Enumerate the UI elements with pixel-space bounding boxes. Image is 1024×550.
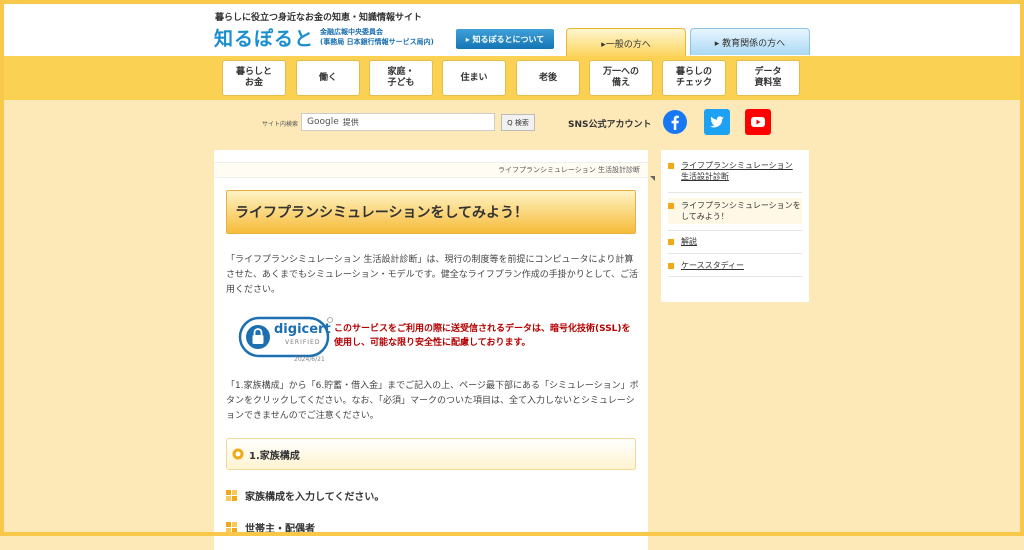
householder-heading-text: 世帯主・配偶者 — [245, 524, 315, 535]
section-family-header: 1.家族構成 — [226, 438, 636, 470]
sidebar-item-label: ライフプランシミュレーションをしてみよう！ — [681, 201, 801, 221]
twitter-icon[interactable] — [704, 109, 730, 135]
org-line-2: (事務局 日本銀行情報サービス局内) — [320, 38, 434, 46]
sidebar-bullet-icon — [668, 203, 674, 209]
org-line-1: 金融広報中央委員会 — [320, 28, 383, 36]
householder-heading: 世帯主・配偶者 — [226, 520, 315, 535]
sns-label: SNS公式アカウント — [568, 120, 652, 130]
global-nav: 暮らしと お金 働く 家庭・ 子ども 住まい 老後 万一への 備え 暮らしの チ… — [0, 56, 1024, 100]
sidebar-item-case-study[interactable]: ケーススタディー — [668, 260, 802, 271]
family-input-heading-text: 家族構成を入力してください。 — [245, 492, 385, 503]
section-bullet-icon — [232, 448, 244, 460]
digicert-verified: VERIFIED — [285, 339, 321, 346]
divider — [668, 230, 802, 231]
nav-item-housing[interactable]: 住まい — [442, 60, 506, 96]
ssl-notice: このサービスをご利用の際に送受信されるデータは、暗号化技術(SSL)を使用し、可… — [334, 324, 631, 348]
site-tagline: 暮らしに役立つ身近なお金の知恵・知識情報サイト — [215, 13, 423, 23]
intro-text: 「ライフプランシミュレーション 生活設計診断」は、現行の制度等を前提にコンピュー… — [226, 255, 639, 295]
grid-bullet-icon — [226, 522, 237, 533]
breadcrumb[interactable]: ライフプランシミュレーション 生活設計診断 — [214, 162, 648, 178]
divider — [668, 192, 802, 193]
nav-item-family[interactable]: 家庭・ 子ども — [369, 60, 433, 96]
tab-education[interactable]: ▸ 教育関係の方へ — [690, 28, 810, 55]
search-label: サイト内検索 — [262, 121, 299, 128]
page-title: ライフプランシミュレーションをしてみよう！ — [226, 190, 636, 234]
nav-item-emergency[interactable]: 万一への 備え — [589, 60, 653, 96]
digicert-seal[interactable]: digicert VERIFIED 2024/6/21 — [238, 316, 334, 366]
facebook-icon[interactable] — [662, 109, 688, 135]
nav-item-work[interactable]: 働く — [296, 60, 360, 96]
sidebar-item-label: ライフプランシミュレーション 生活設計診断 — [681, 161, 793, 181]
search-button[interactable]: Q 検索 — [501, 114, 535, 131]
instructions-text: 「1.家族構成」から「6.貯蓄・借入金」までご記入の上、ページ最下部にある「シミ… — [226, 381, 639, 421]
sidebar-item-label: 解説 — [681, 237, 697, 246]
digicert-date: 2024/6/21 — [294, 356, 325, 363]
nav-item-living-money[interactable]: 暮らしと お金 — [222, 60, 286, 96]
search-input[interactable]: Google 提供 — [301, 113, 495, 131]
family-input-heading: 家族構成を入力してください。 — [226, 488, 384, 503]
org-name: 金融広報中央委員会 (事務局 日本銀行情報サービス局内) — [320, 27, 434, 47]
nav-item-retirement[interactable]: 老後 — [516, 60, 580, 96]
tab-general[interactable]: ▸一般の方へ — [566, 28, 686, 57]
main-content: ライフプランシミュレーション 生活設計診断 ライフプランシミュレーションをしてみ… — [214, 150, 648, 550]
corner-arrow-icon — [650, 176, 655, 181]
sidebar-item-lifeplan[interactable]: ライフプランシミュレーション 生活設計診断 — [668, 160, 802, 182]
site-logo[interactable]: 知るぽると — [214, 24, 314, 51]
site-header: 暮らしに役立つ身近なお金の知恵・知識情報サイト 知るぽると 金融広報中央委員会 … — [0, 0, 1024, 57]
nav-item-check[interactable]: 暮らしの チェック — [662, 60, 726, 96]
sidebar-item-try-simulation[interactable]: ライフプランシミュレーションをしてみよう！ — [668, 198, 802, 224]
sidebar-bullet-icon — [668, 239, 674, 245]
sidebar-bullet-icon — [668, 163, 674, 169]
youtube-icon[interactable] — [745, 109, 771, 135]
sidebar-bullet-icon — [668, 263, 674, 269]
nav-item-data[interactable]: データ 資料室 — [736, 60, 800, 96]
search-placeholder: 提供 — [342, 117, 359, 127]
sidebar: ライフプランシミュレーション 生活設計診断 ライフプランシミュレーションをしてみ… — [661, 150, 809, 302]
about-button[interactable]: ▸ 知るぽるとについて — [456, 29, 554, 49]
grid-bullet-icon — [226, 490, 237, 501]
divider — [668, 276, 802, 277]
sidebar-item-explanation[interactable]: 解説 — [668, 236, 802, 247]
google-label: Google — [307, 117, 339, 127]
section-family-title: 1.家族構成 — [249, 450, 300, 462]
divider — [668, 253, 802, 254]
sidebar-item-label: ケーススタディー — [681, 261, 745, 270]
digicert-brand: digicert — [274, 322, 331, 337]
